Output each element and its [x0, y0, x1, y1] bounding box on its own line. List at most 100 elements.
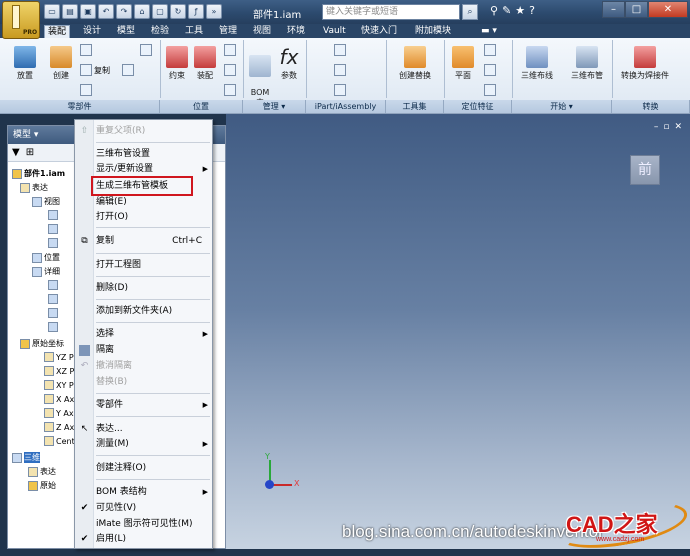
menu-item-select[interactable]: 选择 ▶ [94, 327, 212, 341]
menu-item-isolate[interactable]: 隔离 [94, 343, 212, 357]
viewport-close-icon[interactable]: ✕ [674, 122, 682, 132]
overflow-icon[interactable]: » [206, 4, 222, 19]
place-button[interactable]: 放置 [10, 46, 40, 81]
menu-item-generate-template[interactable]: 生成三维布管模板 [91, 176, 193, 196]
tree-item[interactable] [48, 294, 58, 304]
panel-begin[interactable]: 开始 ▾ [512, 100, 612, 113]
tab-environment[interactable]: 环境 [284, 25, 308, 38]
panel-manage[interactable]: 管理 ▾ [243, 100, 306, 113]
tree-item[interactable]: 详细 [32, 266, 60, 277]
tree-item[interactable] [48, 210, 58, 220]
point-button[interactable] [484, 64, 496, 76]
tree-item[interactable] [48, 308, 58, 318]
search-icon[interactable]: ⌕ [462, 4, 478, 20]
constraint-button[interactable]: 约束 [164, 46, 190, 81]
tree-item[interactable] [48, 224, 58, 234]
menu-item-bom-structure[interactable]: BOM 表结构 ▶ [94, 485, 212, 499]
tree-item[interactable]: XY P [44, 380, 74, 390]
tab-getting-started[interactable]: 快速入门 [358, 25, 400, 38]
tree-item[interactable]: X Ax [44, 394, 74, 404]
binoculars-icon[interactable]: ⚲ [490, 4, 498, 17]
tree-view-icon[interactable]: ⊞ [26, 147, 34, 158]
menu-item-delete[interactable]: 删除(D) [94, 281, 212, 295]
home-icon[interactable]: ⌂ [134, 4, 150, 19]
tab-inspect[interactable]: 检验 [148, 25, 172, 38]
tab-view[interactable]: 视图 [250, 25, 274, 38]
close-icon[interactable]: ✕ [648, 1, 688, 18]
app-logo-button[interactable]: PRO [2, 1, 40, 39]
menu-item-copy[interactable]: 复制 Ctrl+C [94, 234, 212, 248]
menu-item-display-update[interactable]: 显示/更新设置 ▶ [94, 162, 212, 176]
menu-item-repeat[interactable]: 重复父项(R) [94, 124, 212, 138]
tree-item[interactable]: Y Ax [44, 408, 74, 418]
rotate-button[interactable] [224, 64, 236, 76]
select-mode-icon[interactable]: ▢ [152, 4, 168, 19]
move-button[interactable] [224, 44, 236, 56]
redo-icon[interactable]: ↷ [116, 4, 132, 19]
axis-button[interactable] [484, 44, 496, 56]
viewcube[interactable]: 前 [630, 155, 660, 185]
tab-vault[interactable]: Vault [320, 25, 349, 38]
tree-item[interactable]: 部件1.iam [12, 168, 65, 179]
update-icon[interactable]: ↻ [170, 4, 186, 19]
viewport-minimize-icon[interactable]: – [654, 122, 659, 132]
tab-assemble[interactable]: 装配 [44, 25, 71, 38]
menu-item-add-folder[interactable]: 添加到新文件夹(A) [94, 304, 212, 318]
plane-button[interactable]: 平面 [448, 46, 478, 81]
tab-model[interactable]: 模型 [114, 25, 138, 38]
iassembly-button[interactable] [334, 64, 346, 76]
convert-weldment-button[interactable]: 转换为焊接件 [614, 46, 676, 81]
minimize-icon[interactable]: – [602, 1, 625, 18]
tree-item[interactable]: YZ P [44, 352, 74, 362]
filter-icon[interactable]: ▼ [12, 147, 20, 158]
tab-addins[interactable]: 附加模块 [412, 25, 454, 38]
grip-button[interactable] [224, 84, 236, 96]
table-button[interactable] [334, 84, 346, 96]
save-icon[interactable]: ▣ [80, 4, 96, 19]
viewport-restore-icon[interactable]: ▫ [663, 122, 669, 132]
tree-item[interactable] [48, 280, 58, 290]
maximize-icon[interactable]: □ [625, 1, 648, 18]
menu-item-open[interactable]: 打开(O) [94, 210, 212, 224]
tab-tools[interactable]: 工具 [182, 25, 206, 38]
grid-button[interactable] [140, 44, 152, 56]
menu-item-pipe-settings[interactable]: 三维布管设置 [94, 147, 212, 161]
tab-design[interactable]: 设计 [80, 25, 104, 38]
ipart-button[interactable] [334, 44, 346, 56]
tree-item[interactable]: 原始 [28, 480, 56, 491]
star-icon[interactable]: ★ [515, 4, 525, 17]
pattern-button[interactable] [80, 44, 92, 56]
menu-item-component[interactable]: 零部件 ▶ [94, 398, 212, 412]
parameters-button[interactable]: fx 参数 [276, 46, 302, 81]
tab-extra-icon[interactable]: ▬ ▾ [478, 25, 500, 38]
menu-item-edit[interactable]: 编辑(E) [94, 195, 212, 209]
tree-item[interactable]: 原始坐标 [20, 338, 64, 349]
menu-item-undo-isolate[interactable]: 撤消隔离 [94, 359, 212, 373]
tree-item[interactable]: Cent [44, 436, 75, 446]
menu-item-visibility[interactable]: 可见性(V) [94, 501, 212, 515]
create-replace-button[interactable]: 创建替换 [392, 46, 438, 81]
undo-icon[interactable]: ↶ [98, 4, 114, 19]
mirror-button[interactable] [80, 84, 92, 96]
tree-item[interactable] [48, 238, 58, 248]
parameters-icon[interactable]: ƒ [188, 4, 204, 19]
tree-item[interactable]: 表达 [28, 466, 56, 477]
menu-item-imate-visibility[interactable]: iMate 图示符可见性(M) [94, 517, 212, 531]
menu-item-enabled[interactable]: 启用(L) [94, 532, 212, 546]
tree-item[interactable]: 三维 [12, 452, 40, 463]
menu-item-create-note[interactable]: 创建注释(O) [94, 461, 212, 475]
search-input[interactable]: 键入关键字或短语 [322, 4, 460, 20]
edit-button[interactable] [122, 64, 134, 76]
tree-item[interactable]: 视图 [32, 196, 60, 207]
menu-item-replace[interactable]: 替换(B) [94, 375, 212, 389]
ucs-button[interactable] [484, 84, 496, 96]
pipe-3d-button[interactable]: 三维布管 [566, 46, 608, 81]
menu-item-open-drawing[interactable]: 打开工程图 [94, 258, 212, 272]
copy-button[interactable]: 复制 [80, 64, 110, 76]
help-icon[interactable]: ? [529, 4, 535, 17]
tree-item[interactable] [48, 322, 58, 332]
tree-item[interactable]: 表达 [20, 182, 48, 193]
tab-manage[interactable]: 管理 [216, 25, 240, 38]
tree-item[interactable]: XZ P [44, 366, 74, 376]
assemble-button[interactable]: 装配 [192, 46, 218, 81]
